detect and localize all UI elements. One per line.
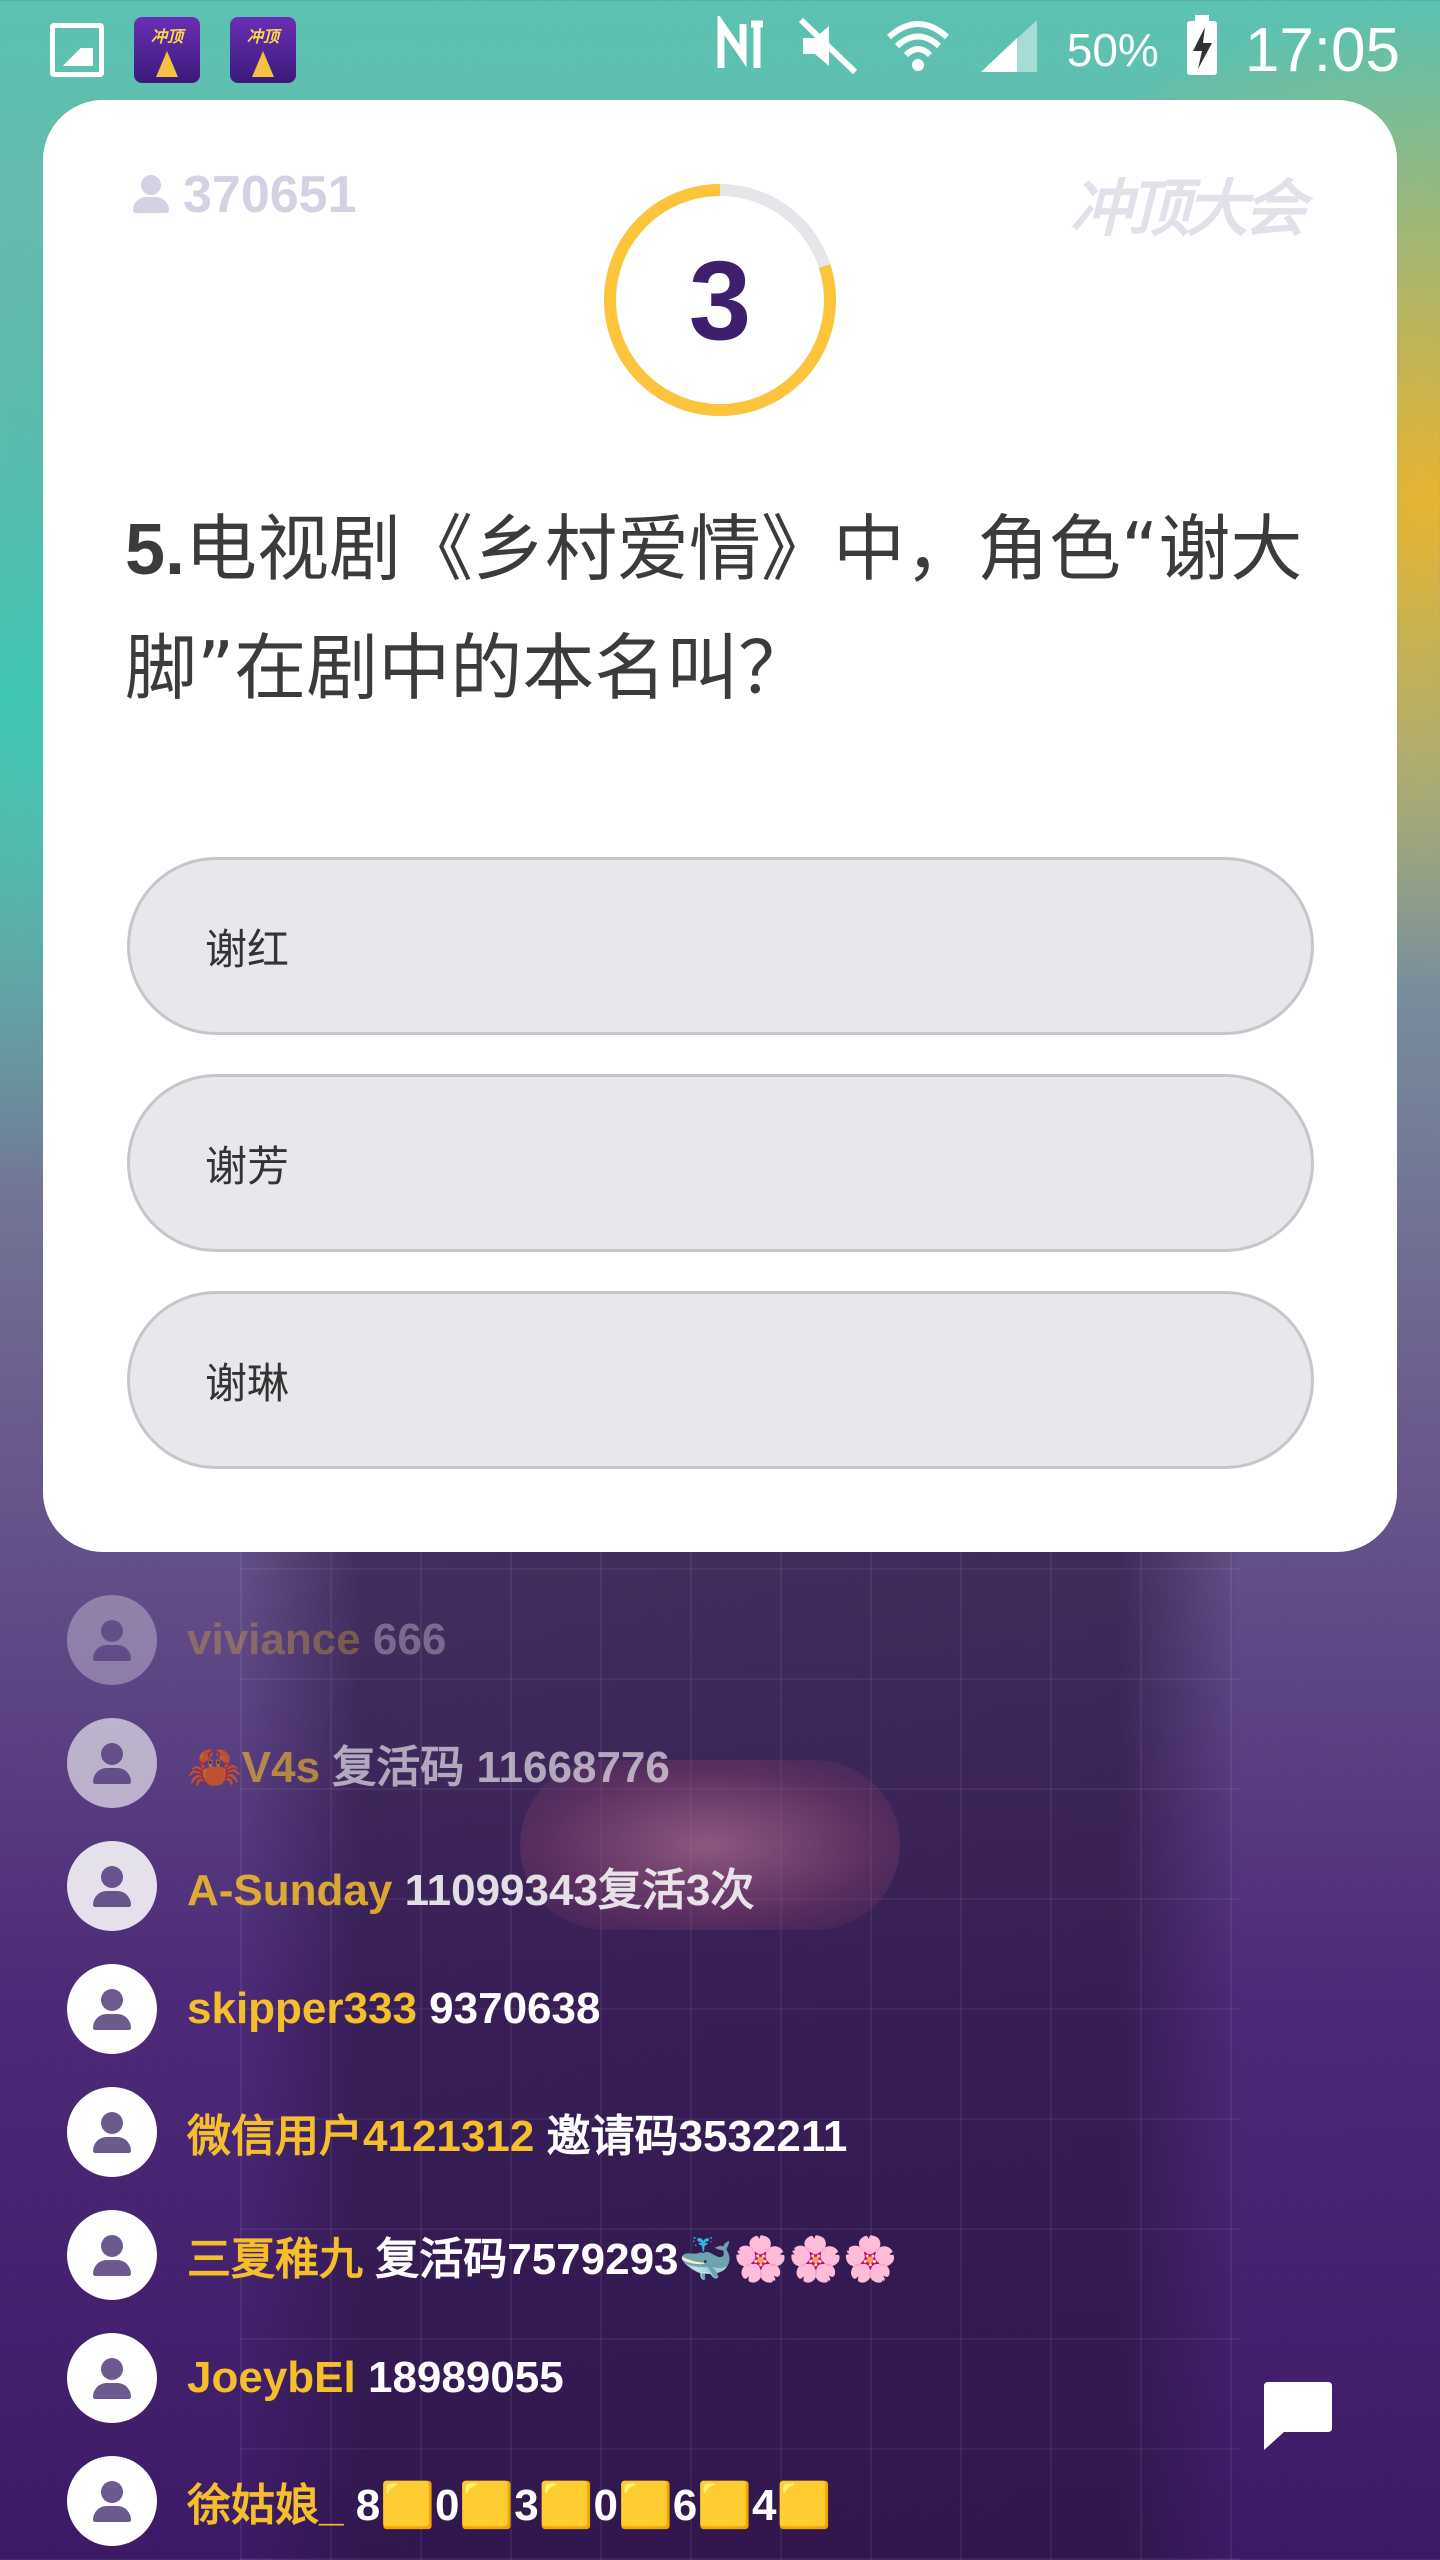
viewer-count: 370651 [133, 165, 357, 225]
signal-icon [977, 16, 1041, 85]
comment-message: 8🟨0🟨3🟨0🟨6🟨4🟨 [343, 2480, 832, 2530]
comment-user: A-Sunday [187, 1865, 393, 1915]
battery-charging-icon [1185, 14, 1219, 86]
comment-message: 18989055 [355, 2352, 564, 2402]
comment-message: 666 [360, 1614, 447, 1664]
comment-message: 11099343复活3次 [392, 1865, 755, 1915]
comment-user: 微信用户4121312 [187, 2111, 535, 2161]
app-icon-label: 冲顶 [246, 27, 279, 46]
question-number: 5. [125, 510, 186, 590]
battery-percent: 50% [1066, 24, 1159, 76]
countdown-timer: 3 [600, 180, 840, 420]
app-notification-icon: 冲顶 [230, 17, 296, 83]
clock: 17:05 [1244, 15, 1400, 85]
gallery-notification-icon [50, 23, 104, 77]
answer-option-label: 谢红 [205, 924, 290, 974]
comment-user: viviance [187, 1614, 361, 1664]
comment-message: 复活码 11668776 [320, 1742, 670, 1792]
comment-item: 徐姑娘_ 8🟨0🟨3🟨0🟨6🟨4🟨 [67, 2439, 1167, 2560]
avatar[interactable] [67, 2332, 157, 2423]
comment-user: 🦀V4s [187, 1742, 321, 1792]
nfc-icon [711, 12, 771, 85]
mute-icon [797, 16, 859, 85]
comment-user: JoeybEl [187, 2352, 356, 2402]
avatar[interactable] [67, 2209, 157, 2300]
comment-user: 徐姑娘_ [187, 2480, 344, 2530]
comment-item: 🦀V4s 复活码 11668776 [67, 1701, 1167, 1824]
person-icon [133, 175, 169, 215]
comment-message: 复活码7579293🐳🌸🌸🌸 [363, 2234, 898, 2284]
answer-options: 谢红 谢芳 谢琳 [127, 857, 1314, 1508]
countdown-number: 3 [688, 237, 752, 363]
comment-message: 9370638 [416, 1983, 601, 2033]
live-comments: viviance 666 🦀V4s 复活码 11668776 A-Sunday … [67, 1578, 1167, 2560]
avatar[interactable] [67, 1594, 157, 1685]
comment-item: 微信用户4121312 邀请码3532211 [67, 2070, 1167, 2193]
app-icon-label: 冲顶 [150, 27, 183, 46]
comment-user: 三夏稚九 [187, 2234, 363, 2284]
answer-option-3[interactable]: 谢琳 [127, 1291, 1314, 1469]
comment-item: viviance 666 [67, 1578, 1167, 1701]
answer-option-label: 谢琳 [205, 1358, 290, 1408]
comment-item: A-Sunday 11099343复活3次 [67, 1824, 1167, 1947]
viewer-count-value: 370651 [183, 166, 357, 224]
comment-item: 三夏稚九 复活码7579293🐳🌸🌸🌸 [67, 2193, 1167, 2316]
comment-item: skipper333 9370638 [67, 1947, 1167, 2070]
avatar[interactable] [67, 2455, 157, 2546]
avatar[interactable] [67, 1963, 157, 2054]
avatar[interactable] [67, 1840, 157, 1931]
comment-user: skipper333 [187, 1983, 417, 2033]
question-card: 370651 冲顶大会 3 5.电视剧《乡村爱情》中，角色“谢大脚”在剧中的本名… [43, 100, 1397, 1552]
answer-option-label: 谢芳 [205, 1141, 290, 1191]
answer-option-2[interactable]: 谢芳 [127, 1074, 1314, 1252]
avatar[interactable] [67, 2086, 157, 2177]
avatar[interactable] [67, 1717, 157, 1808]
answer-option-1[interactable]: 谢红 [127, 857, 1314, 1035]
status-bar: 冲顶 冲顶 50% 17:05 [0, 0, 1440, 100]
chat-bubble-icon[interactable] [1256, 2376, 1336, 2456]
wifi-icon [885, 15, 951, 86]
comment-message: 邀请码3532211 [534, 2111, 848, 2161]
question-body: 电视剧《乡村爱情》中，角色“谢大脚”在剧中的本名叫？ [125, 507, 1303, 710]
app-notification-icon: 冲顶 [134, 17, 200, 83]
question-text: 5.电视剧《乡村爱情》中，角色“谢大脚”在剧中的本名叫？ [125, 490, 1325, 727]
logo: 冲顶大会 [1069, 172, 1306, 245]
comment-item: JoeybEl 18989055 [67, 2316, 1167, 2439]
